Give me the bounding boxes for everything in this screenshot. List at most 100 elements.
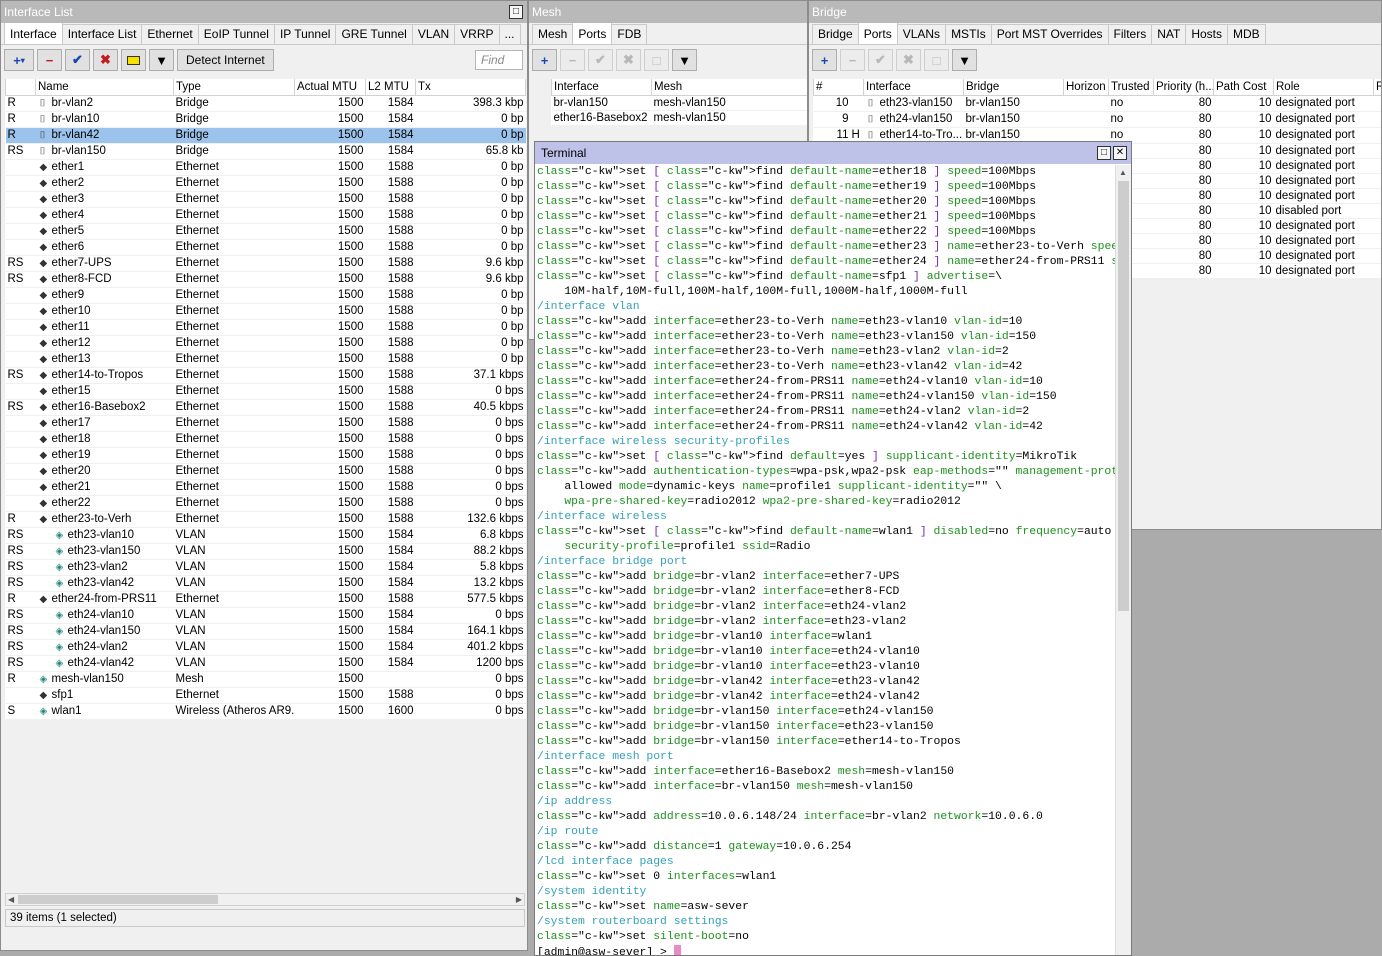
table-row[interactable]: RS◈eth24-vlan42VLAN150015841200 bps [6, 655, 526, 671]
table-row[interactable]: ◆ether18Ethernet150015880 bps [6, 431, 526, 447]
col-tx[interactable]: Tx [416, 79, 526, 95]
table-row[interactable]: ◆ether3Ethernet150015880 bp [6, 191, 526, 207]
col-role[interactable]: Role [1274, 79, 1374, 95]
table-row[interactable]: RS◆ether8-FCDEthernet150015889.6 kbp [6, 271, 526, 287]
col-horizon[interactable]: Horizon [1064, 79, 1109, 95]
table-row[interactable]: 10⌷eth23-vlan150br-vlan150no8010designat… [814, 95, 1382, 111]
table-row[interactable]: ◆ether15Ethernet150015880 bps [6, 383, 526, 399]
tab-more[interactable]: ... [499, 24, 521, 44]
enable-button[interactable]: ✔ [588, 49, 613, 71]
vertical-scrollbar[interactable]: ▲ [1115, 165, 1131, 955]
col-bridge[interactable]: Bridge [964, 79, 1064, 95]
table-row[interactable]: ◆ether21Ethernet150015880 bps [6, 479, 526, 495]
table-row[interactable]: R◆ether23-to-VerhEthernet15001588132.6 k… [6, 511, 526, 527]
table-row[interactable]: R⌷br-vlan2Bridge15001584398.3 kbp [6, 95, 526, 111]
table-row[interactable]: ◆ether1Ethernet150015880 bp [6, 159, 526, 175]
mesh-titlebar[interactable]: Mesh [529, 1, 807, 23]
table-row[interactable]: ◆ether5Ethernet150015880 bp [6, 223, 526, 239]
table-row[interactable]: R◆ether24-from-PRS11Ethernet15001588577.… [6, 591, 526, 607]
tab-filters[interactable]: Filters [1108, 24, 1153, 44]
col-l2-mtu[interactable]: L2 MTU [366, 79, 416, 95]
col-type[interactable]: Type [174, 79, 295, 95]
table-row[interactable]: ◆ether19Ethernet150015880 bps [6, 447, 526, 463]
bridge-titlebar[interactable]: Bridge [809, 1, 1381, 23]
col-interface[interactable]: Interface [552, 79, 652, 95]
col-actual-mtu[interactable]: Actual MTU [295, 79, 366, 95]
tab-interface[interactable]: Interface [4, 22, 63, 44]
tab-mesh[interactable]: Mesh [532, 24, 573, 44]
tab-ports[interactable]: Ports [858, 22, 898, 44]
tab-eoip-tunnel[interactable]: EoIP Tunnel [198, 24, 275, 44]
scroll-up-icon[interactable]: ▲ [1119, 167, 1127, 178]
col-flags[interactable] [6, 79, 36, 95]
tab-interface-list[interactable]: Interface List [62, 24, 143, 44]
tab-gre-tunnel[interactable]: GRE Tunnel [335, 24, 412, 44]
table-row[interactable]: RS◈eth24-vlan2VLAN15001584401.2 kbps [6, 639, 526, 655]
col-mesh[interactable]: Mesh [652, 79, 808, 95]
filter-button[interactable]: ▼ [672, 49, 697, 71]
add-button[interactable]: +▾ [4, 49, 34, 71]
table-row[interactable]: R◈mesh-vlan150Mesh15000 bps [6, 671, 526, 687]
disable-button[interactable]: ✖ [93, 49, 118, 71]
table-row[interactable]: ◆ether10Ethernet150015880 bp [6, 303, 526, 319]
col-name[interactable]: Name [36, 79, 174, 95]
comment-button[interactable]: □ [924, 49, 949, 71]
disable-button[interactable]: ✖ [896, 49, 921, 71]
tab-hosts[interactable]: Hosts [1185, 24, 1228, 44]
table-row[interactable]: R⌷br-vlan10Bridge150015840 bp [6, 111, 526, 127]
table-row[interactable]: RS◆ether16-Basebox2Ethernet1500158840.5 … [6, 399, 526, 415]
find-input[interactable]: Find [475, 50, 523, 70]
scroll-thumb[interactable] [1118, 181, 1129, 611]
table-row[interactable]: ◆ether13Ethernet150015880 bp [6, 351, 526, 367]
tab-ethernet[interactable]: Ethernet [141, 24, 198, 44]
table-row[interactable]: RS◈eth24-vlan10VLAN150015840 bps [6, 607, 526, 623]
maximize-icon[interactable]: □ [509, 5, 523, 19]
table-row[interactable]: RS⌷br-vlan150Bridge1500158465.8 kb [6, 143, 526, 159]
scroll-thumb[interactable] [18, 895, 218, 904]
maximize-icon[interactable]: □ [1097, 146, 1111, 160]
close-icon[interactable]: ✕ [1113, 146, 1127, 160]
scroll-left-icon[interactable]: ◀ [8, 894, 14, 905]
interface-list-titlebar[interactable]: Interface List □ [1, 1, 527, 23]
table-row[interactable]: ◆ether12Ethernet150015880 bp [6, 335, 526, 351]
tab-vlans[interactable]: VLANs [897, 24, 946, 44]
tab-mdb[interactable]: MDB [1227, 24, 1266, 44]
table-row[interactable]: ◆sfp1Ethernet150015880 bps [6, 687, 526, 703]
col-trusted[interactable]: Trusted [1109, 79, 1154, 95]
table-row[interactable]: ◆ether17Ethernet150015880 bps [6, 415, 526, 431]
col-path-cost[interactable]: Path Cost [1214, 79, 1274, 95]
scroll-right-icon[interactable]: ▶ [516, 894, 522, 905]
col-priority[interactable]: Priority (h... [1154, 79, 1214, 95]
terminal-titlebar[interactable]: Terminal □ ✕ [535, 142, 1131, 164]
horizontal-scrollbar[interactable]: ◀ ▶ [5, 893, 525, 906]
table-row[interactable]: RS◈eth24-vlan150VLAN15001584164.1 kbps [6, 623, 526, 639]
add-button[interactable]: + [812, 49, 837, 71]
comment-button[interactable] [121, 49, 146, 71]
tab-mstis[interactable]: MSTIs [945, 24, 992, 44]
table-row[interactable]: ◆ether6Ethernet150015880 bp [6, 239, 526, 255]
table-row[interactable]: ◆ether9Ethernet150015880 bp [6, 287, 526, 303]
col-number[interactable]: # [814, 79, 864, 95]
table-row[interactable]: 9⌷eth24-vlan150br-vlan150no8010designate… [814, 111, 1382, 127]
add-button[interactable]: + [532, 49, 557, 71]
enable-button[interactable]: ✔ [868, 49, 893, 71]
table-row[interactable]: S◈wlan1Wireless (Atheros AR9...150016000… [6, 703, 526, 719]
detect-internet-button[interactable]: Detect Internet [177, 49, 274, 71]
filter-button[interactable]: ▼ [952, 49, 977, 71]
tab-ports[interactable]: Ports [572, 22, 612, 44]
col-interface[interactable]: Interface [864, 79, 964, 95]
table-row[interactable]: RS◈eth23-vlan10VLAN150015846.8 kbps [6, 527, 526, 543]
tab-ip-tunnel[interactable]: IP Tunnel [274, 24, 336, 44]
tab-nat[interactable]: NAT [1151, 24, 1186, 44]
table-row[interactable]: br-vlan150mesh-vlan150 [552, 95, 808, 110]
tab-port-mst-overrides[interactable]: Port MST Overrides [991, 24, 1109, 44]
tab-bridge[interactable]: Bridge [812, 24, 859, 44]
terminal-output[interactable]: class="c-kw">set [ class="c-kw">find def… [537, 165, 1117, 955]
table-row[interactable]: R⌷br-vlan42Bridge150015840 bp [6, 127, 526, 143]
tab-fdb[interactable]: FDB [611, 24, 647, 44]
table-row[interactable]: RS◈eth23-vlan42VLAN1500158413.2 kbps [6, 575, 526, 591]
tab-vlan[interactable]: VLAN [412, 24, 455, 44]
table-row[interactable]: ether16-Basebox2mesh-vlan150 [552, 110, 808, 125]
col-extra[interactable]: R [1374, 79, 1382, 95]
tab-vrrp[interactable]: VRRP [454, 24, 499, 44]
